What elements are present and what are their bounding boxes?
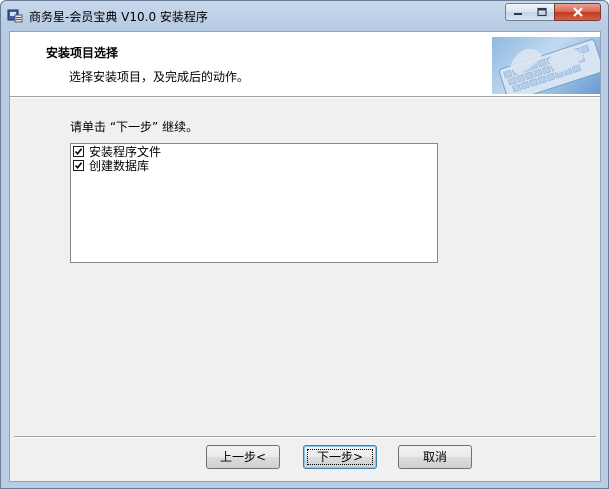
- list-item-label: 创建数据库: [89, 159, 150, 173]
- header-subtitle: 选择安装项目，及完成后的动作。: [69, 70, 250, 84]
- header-title: 安装项目选择: [46, 46, 119, 60]
- footer-divider: [14, 436, 596, 438]
- installer-window: 商务星-会员宝典 V10.0 安装程序 安装项目选择 选择安装项目，及完成后的动…: [0, 0, 609, 489]
- header-divider: [10, 96, 600, 98]
- title-bar[interactable]: 商务星-会员宝典 V10.0 安装程序: [1, 1, 608, 31]
- window-title: 商务星-会员宝典 V10.0 安装程序: [29, 10, 208, 24]
- keyboard-hands-image: [492, 37, 600, 94]
- checkmark-icon: [74, 162, 83, 170]
- back-button[interactable]: 上一步<: [206, 445, 280, 469]
- install-files-checkbox[interactable]: [73, 146, 84, 157]
- wizard-page: 安装项目选择 选择安装项目，及完成后的动作。 请单击 “下一步” 继续。 安装程…: [9, 31, 601, 482]
- checkmark-icon: [74, 148, 83, 156]
- maximize-button[interactable]: [530, 3, 555, 21]
- cancel-button[interactable]: 取消: [398, 445, 472, 469]
- instruction-text: 请单击 “下一步” 继续。: [70, 120, 199, 134]
- minimize-icon: [514, 13, 522, 15]
- focus-rectangle: [307, 449, 373, 465]
- close-icon: [572, 7, 583, 17]
- installer-icon: [7, 7, 23, 23]
- create-database-checkbox[interactable]: [73, 160, 84, 171]
- list-item-label: 安装程序文件: [89, 145, 162, 159]
- maximize-icon: [537, 7, 547, 17]
- wizard-header: 安装项目选择 选择安装项目，及完成后的动作。: [10, 32, 600, 96]
- minimize-button[interactable]: [505, 3, 531, 21]
- close-button[interactable]: [554, 3, 601, 21]
- next-button[interactable]: 下一步>: [303, 445, 377, 469]
- install-items-list[interactable]: 安装程序文件 创建数据库: [70, 143, 438, 263]
